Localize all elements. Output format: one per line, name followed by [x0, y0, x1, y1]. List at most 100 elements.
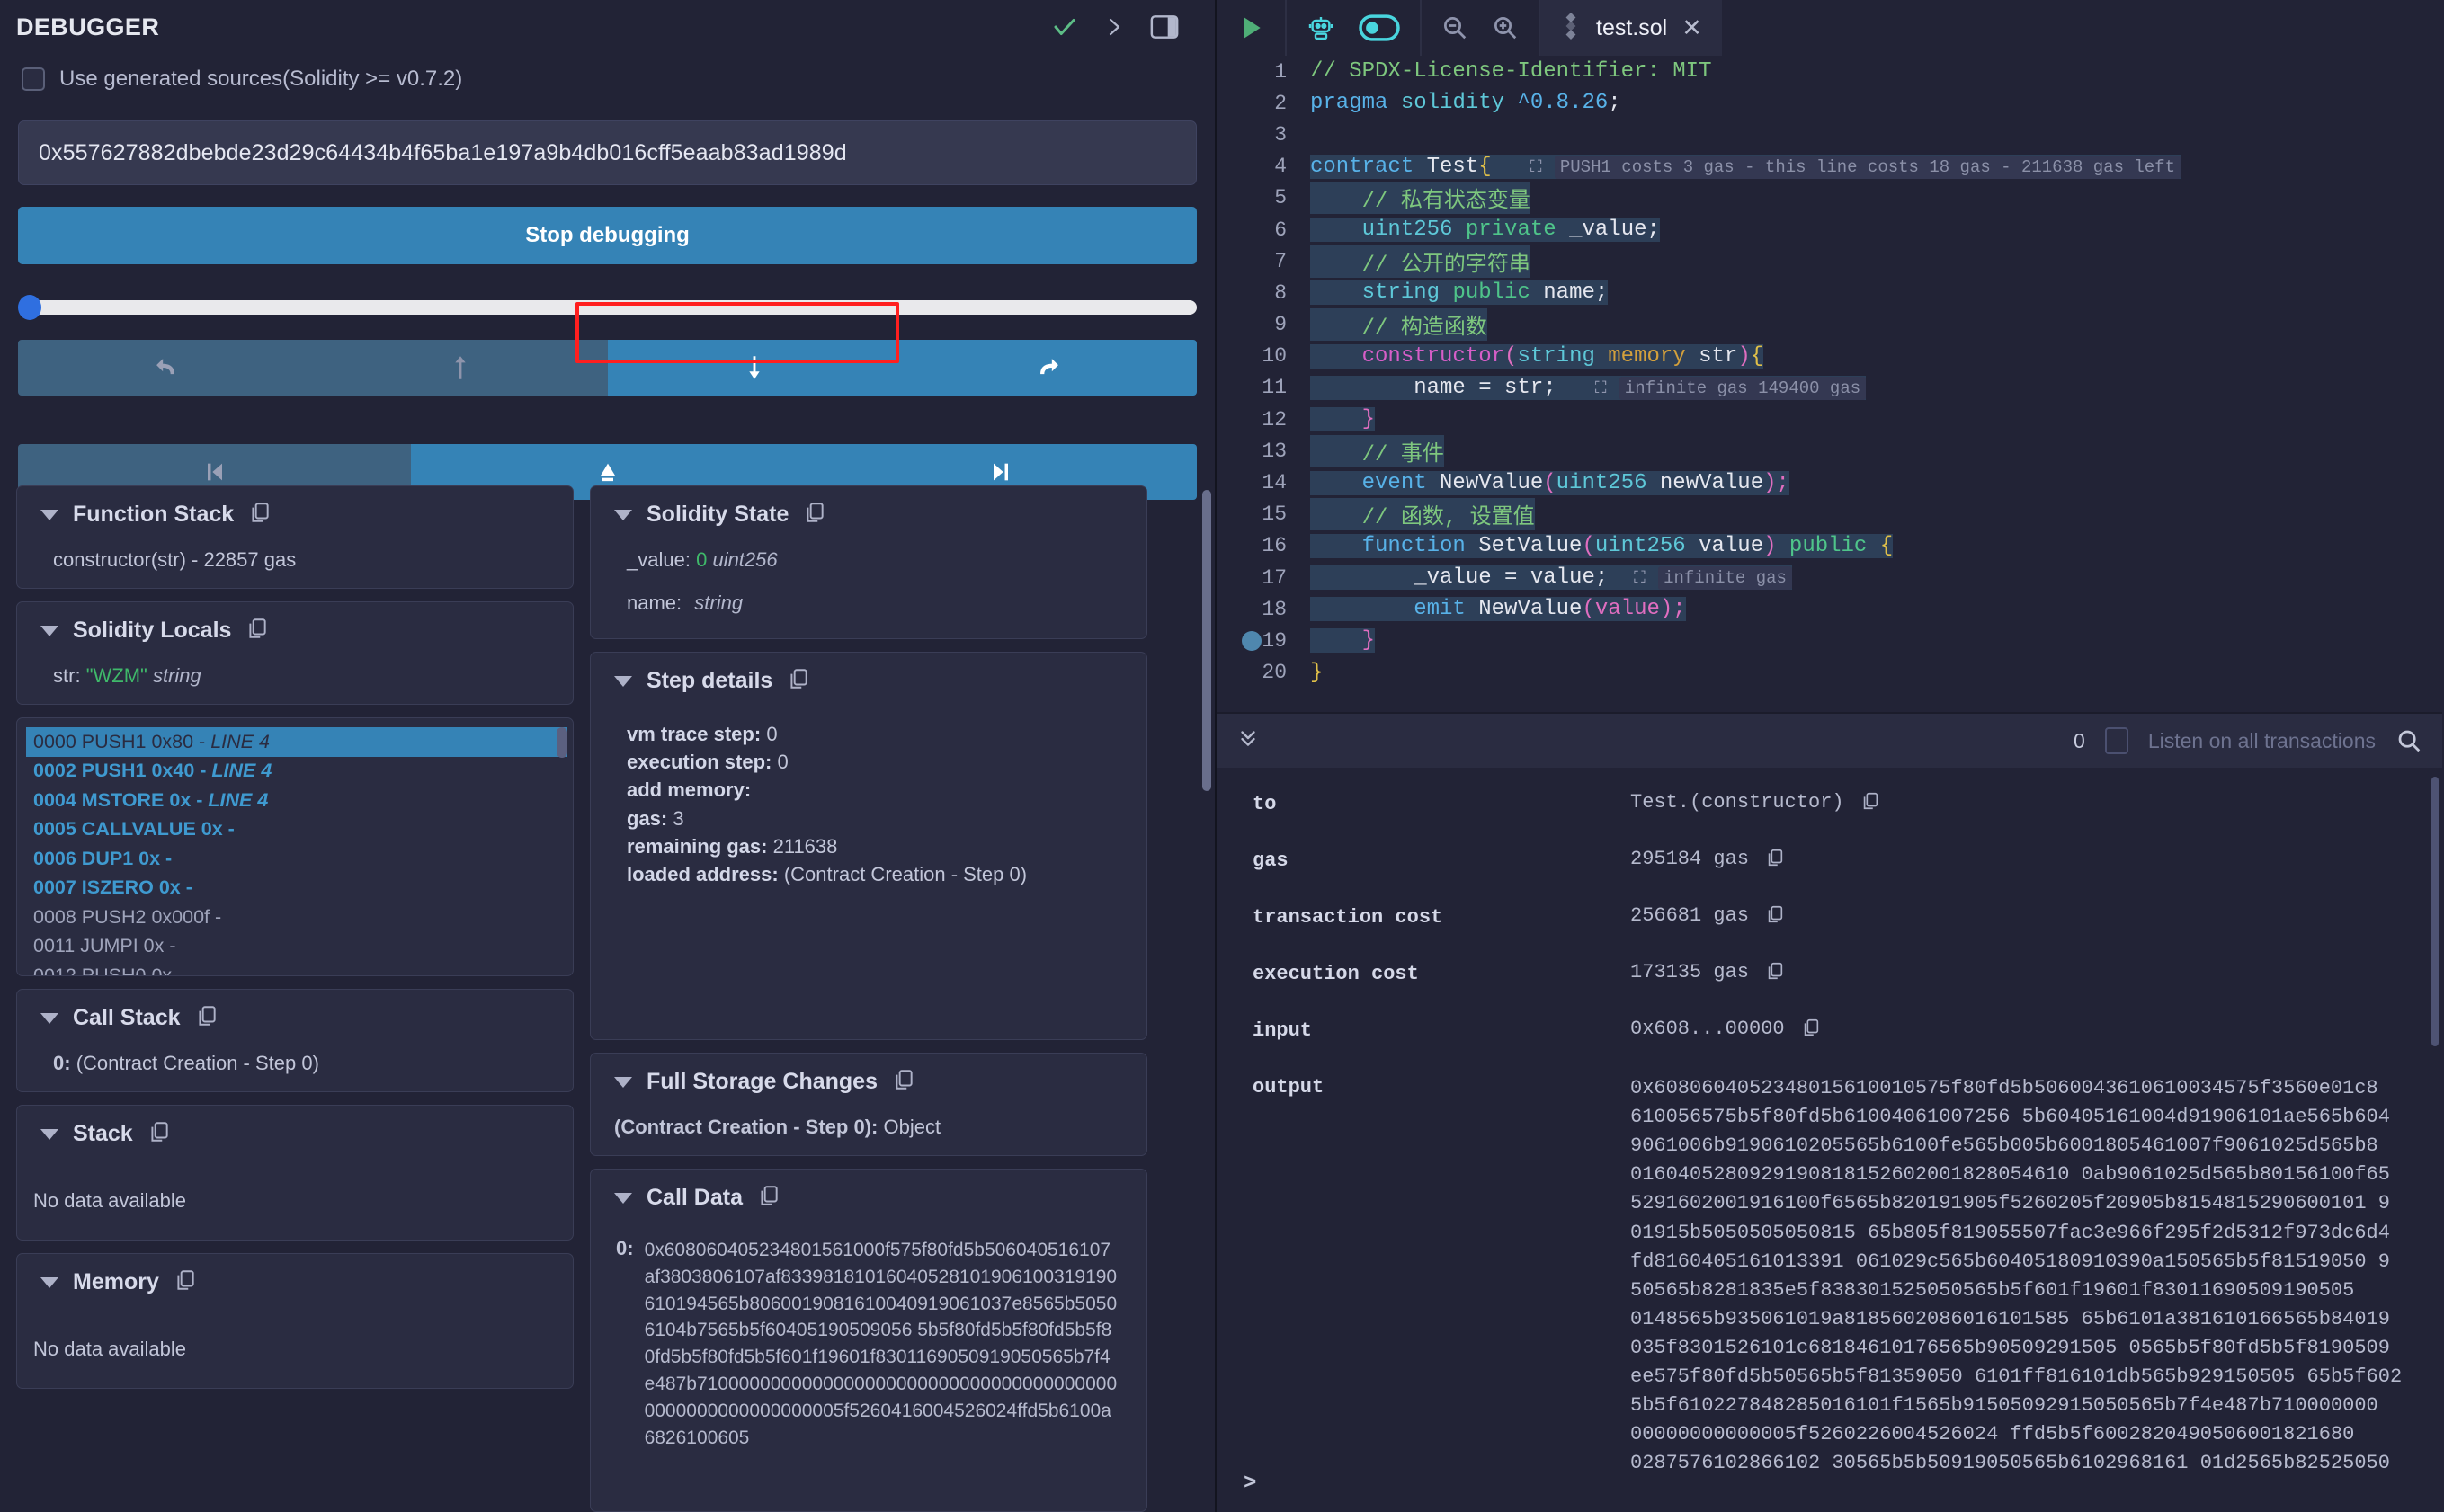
code-text[interactable]: emit NewValue(value);	[1310, 597, 1686, 622]
copy-icon[interactable]	[1765, 904, 1785, 930]
copy-icon[interactable]	[892, 1068, 915, 1096]
transaction-hash-input[interactable]: 0x557627882dbebde23d29c64434b4f65ba1e197…	[18, 120, 1197, 185]
search-icon[interactable]	[2395, 727, 2422, 754]
code-text[interactable]: // 函数, 设置值	[1310, 498, 1535, 531]
opcode-row[interactable]: 0012 PUSH0 0x-	[26, 961, 567, 975]
opcode-row[interactable]: 0011 JUMPI 0x -	[26, 932, 567, 962]
code-text[interactable]: _value = value; ⛶ infinite gas	[1310, 565, 1792, 591]
terminal-prompt[interactable]: >	[1244, 1472, 1256, 1496]
copy-icon[interactable]	[147, 1120, 171, 1148]
stack-header[interactable]: Stack	[33, 1120, 557, 1148]
stop-debugging-button[interactable]: Stop debugging	[18, 207, 1197, 264]
code-line[interactable]: 2 pragma solidity ^0.8.26;	[1217, 87, 2442, 119]
code-line[interactable]: 14 event NewValue(uint256 newValue);	[1217, 467, 2442, 498]
terminal-scrollbar[interactable]	[2431, 777, 2439, 1046]
chevron-down-icon[interactable]	[614, 1192, 632, 1204]
opcode-row[interactable]: 0004 MSTORE 0x - LINE 4	[26, 786, 567, 815]
step-into-button[interactable]	[607, 340, 903, 396]
step-over-button[interactable]	[902, 340, 1197, 396]
check-icon[interactable]	[1051, 13, 1078, 40]
code-line[interactable]: 13 // 事件	[1217, 434, 2442, 467]
play-icon[interactable]	[1236, 13, 1265, 42]
code-line[interactable]: 1 // SPDX-License-Identifier: MIT	[1217, 56, 2442, 87]
code-text[interactable]: uint256 private _value;	[1310, 218, 1660, 243]
opcode-row[interactable]: 0007 ISZERO 0x -	[26, 874, 567, 903]
copy-icon[interactable]	[757, 1184, 780, 1212]
chevron-right-icon[interactable]	[1103, 14, 1125, 40]
code-line[interactable]: 10 constructor(string memory str){	[1217, 341, 2442, 372]
code-line[interactable]: 6 uint256 private _value;	[1217, 214, 2442, 245]
breakpoint-marker[interactable]	[1242, 630, 1262, 651]
opcode-row[interactable]: 0002 PUSH1 0x40 - LINE 4	[26, 757, 567, 787]
solidity-state-header[interactable]: Solidity State	[607, 501, 1130, 529]
copy-icon[interactable]	[174, 1268, 197, 1296]
code-line[interactable]: 8 string public name;	[1217, 277, 2442, 308]
code-editor[interactable]: 1 // SPDX-License-Identifier: MIT 2 pragma…	[1217, 56, 2442, 712]
code-text[interactable]: // 私有状态变量	[1310, 182, 1530, 215]
generated-sources-row[interactable]: Use generated sources(Solidity >= v0.7.2…	[0, 47, 1215, 99]
chevron-down-icon[interactable]	[40, 1276, 58, 1288]
opcode-row[interactable]: 0006 DUP1 0x -	[26, 844, 567, 874]
copy-icon[interactable]	[787, 667, 810, 695]
code-line[interactable]: 12 }	[1217, 404, 2442, 435]
opcodes-scrollbar[interactable]	[557, 727, 567, 758]
code-text[interactable]: contract Test{ ⛶ PUSH1 costs 3 gas - thi…	[1310, 154, 2181, 179]
close-icon[interactable]: ✕	[1681, 15, 1702, 40]
code-line[interactable]: 20}	[1217, 657, 2442, 689]
toggle-switch-icon[interactable]	[1359, 14, 1400, 41]
code-text[interactable]: // 公开的字符串	[1310, 245, 1530, 278]
step-slider-track[interactable]	[25, 300, 1197, 315]
memory-header[interactable]: Memory	[33, 1268, 557, 1296]
code-line[interactable]: 11 name = str; ⛶ infinite gas 149400 gas	[1217, 372, 2442, 404]
code-line[interactable]: 16 function SetValue(uint256 value) publ…	[1217, 530, 2442, 562]
generated-sources-checkbox[interactable]	[22, 67, 45, 91]
step-slider[interactable]	[18, 293, 1197, 320]
code-text[interactable]: name = str; ⛶ infinite gas 149400 gas	[1310, 375, 1867, 400]
solidity-locals-header[interactable]: Solidity Locals	[33, 617, 557, 645]
copy-icon[interactable]	[195, 1004, 219, 1032]
chevrons-down-icon[interactable]	[1236, 726, 1260, 756]
code-line[interactable]: 19 }	[1217, 625, 2442, 656]
step-back-button[interactable]	[18, 340, 313, 396]
code-text[interactable]: string public name;	[1310, 280, 1609, 306]
code-text[interactable]: // SPDX-License-Identifier: MIT	[1310, 59, 1711, 84]
code-line[interactable]: 15 // 函数, 设置值	[1217, 498, 2442, 531]
code-text[interactable]: }	[1310, 628, 1376, 654]
code-line[interactable]: 5 // 私有状态变量	[1217, 182, 2442, 215]
full-storage-changes-header[interactable]: Full Storage Changes	[607, 1068, 1130, 1096]
code-text[interactable]: pragma solidity ^0.8.26;	[1310, 91, 1621, 115]
robot-icon[interactable]	[1307, 13, 1335, 42]
copy-icon[interactable]	[1765, 961, 1785, 987]
tab-test-sol[interactable]: test.sol ✕	[1540, 0, 1724, 56]
copy-icon[interactable]	[248, 501, 272, 529]
copy-icon[interactable]	[1860, 791, 1880, 817]
copy-icon[interactable]	[245, 617, 269, 645]
step-slider-thumb[interactable]	[18, 295, 41, 320]
code-text[interactable]: // 事件	[1310, 434, 1444, 467]
zoom-out-icon[interactable]	[1441, 14, 1468, 41]
code-line[interactable]: 7 // 公开的字符串	[1217, 245, 2442, 278]
code-text[interactable]: event NewValue(uint256 newValue);	[1310, 470, 1789, 495]
code-text[interactable]: }	[1310, 407, 1376, 432]
chevron-down-icon[interactable]	[40, 1128, 58, 1140]
chevron-down-icon[interactable]	[40, 625, 58, 636]
chevron-down-icon[interactable]	[614, 675, 632, 687]
zoom-in-icon[interactable]	[1492, 14, 1519, 41]
code-line[interactable]: 4 contract Test{ ⛶ PUSH1 costs 3 gas - th…	[1217, 151, 2442, 182]
opcodes-list[interactable]: 0000 PUSH1 0x80 - LINE 4 0002 PUSH1 0x40…	[16, 717, 574, 976]
code-line[interactable]: 18 emit NewValue(value);	[1217, 593, 2442, 625]
copy-icon[interactable]	[803, 501, 826, 529]
opcode-row[interactable]: 0008 PUSH2 0x000f -	[26, 903, 567, 932]
step-out-button[interactable]	[312, 340, 608, 396]
copy-icon[interactable]	[1765, 848, 1785, 874]
code-text[interactable]: constructor(string memory str){	[1310, 343, 1764, 369]
copy-icon[interactable]	[1801, 1018, 1821, 1044]
chevron-down-icon[interactable]	[614, 509, 632, 520]
terminal-output[interactable]: to Test.(constructor) gas 295184 gas tra…	[1217, 768, 2442, 1512]
chevron-down-icon[interactable]	[40, 509, 58, 520]
code-line[interactable]: 9 // 构造函数	[1217, 308, 2442, 342]
function-stack-header[interactable]: Function Stack	[33, 501, 557, 529]
panel-layout-icon[interactable]	[1150, 14, 1179, 40]
chevron-down-icon[interactable]	[40, 1012, 58, 1024]
code-line[interactable]: 3	[1217, 119, 2442, 150]
